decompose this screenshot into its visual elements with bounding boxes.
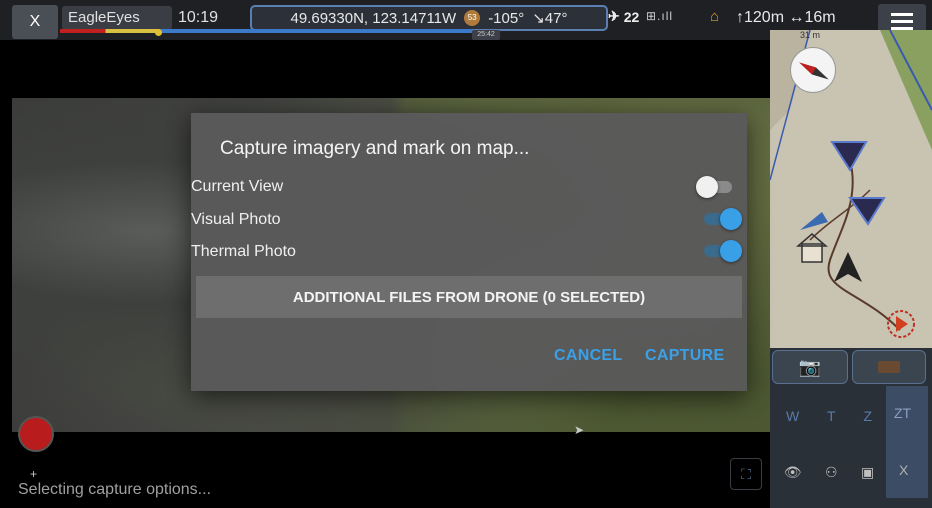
zoom-row: W T Z xyxy=(772,386,886,446)
app-name: EagleEyes xyxy=(62,6,172,30)
home-icon: ⌂ xyxy=(710,8,720,25)
signal-strength-icon: ⊞.ıll xyxy=(646,9,674,23)
thermal-photo-toggle[interactable] xyxy=(702,240,742,262)
option-thermal-photo-label: Thermal Photo xyxy=(191,243,296,260)
camera-icon[interactable]: 📷 xyxy=(772,350,848,384)
pitch-text: ↘47° xyxy=(532,10,568,27)
plus-icon[interactable]: + xyxy=(30,467,37,481)
option-current-view-label: Current View xyxy=(191,178,284,195)
zoom-wide-button[interactable]: W xyxy=(786,408,799,424)
zt-panel[interactable] xyxy=(886,386,928,498)
altitude-distance: ↑120m ↔16m xyxy=(736,6,836,30)
save-icon[interactable]: ▣ xyxy=(861,464,874,481)
coordinates-readout[interactable]: 49.69330N, 123.14711W 53 -105° ↘47° xyxy=(250,5,608,31)
expand-icon[interactable]: ⛶ xyxy=(730,458,762,490)
altitude-text: ↑120m xyxy=(736,9,785,26)
close-panel-button[interactable]: X xyxy=(899,462,908,478)
status-text: Selecting capture options... xyxy=(18,481,212,498)
record-button[interactable] xyxy=(18,416,54,452)
close-button[interactable]: X xyxy=(12,5,58,39)
satellite-icon: ✈ xyxy=(608,8,620,24)
battery-bar xyxy=(60,29,472,33)
cancel-button[interactable]: CANCEL xyxy=(554,347,622,365)
dialog-title: Capture imagery and mark on map... xyxy=(220,138,530,159)
zt-button[interactable]: ZT xyxy=(894,405,911,421)
close-label: X xyxy=(29,13,41,30)
binoculars-icon[interactable]: ⚇ xyxy=(825,464,838,481)
coordinates-text: 49.69330N, 123.14711W xyxy=(290,9,457,27)
map-scale: 31 m xyxy=(800,30,821,40)
video-icon[interactable] xyxy=(852,350,926,384)
zoom-z-button[interactable]: Z xyxy=(863,408,872,424)
battery-marker xyxy=(155,29,162,36)
mouse-cursor-icon: ➤ xyxy=(574,423,585,437)
gimbal-icon: 53 xyxy=(464,10,481,26)
zoom-tele-button[interactable]: T xyxy=(827,408,836,424)
option-visual-photo-label: Visual Photo xyxy=(191,211,281,228)
eye-icon[interactable]: 👁 xyxy=(784,464,802,481)
visual-photo-toggle[interactable] xyxy=(702,208,742,230)
capture-button[interactable]: CAPTURE xyxy=(645,347,724,365)
satellite-count: ✈ 22 xyxy=(608,8,639,25)
compass-icon[interactable] xyxy=(790,47,836,93)
satellite-count-text: 22 xyxy=(623,8,640,25)
clock: 10:19 xyxy=(178,9,219,26)
current-view-toggle[interactable] xyxy=(696,176,736,198)
tools-row: 👁 ⚇ ▣ xyxy=(772,452,886,492)
heading-text: -105° xyxy=(488,9,525,27)
distance-text: ↔16m xyxy=(788,9,836,26)
additional-files-button[interactable]: ADDITIONAL FILES FROM DRONE (0 SELECTED) xyxy=(196,276,742,318)
battery-time: 25:42 xyxy=(472,30,500,40)
